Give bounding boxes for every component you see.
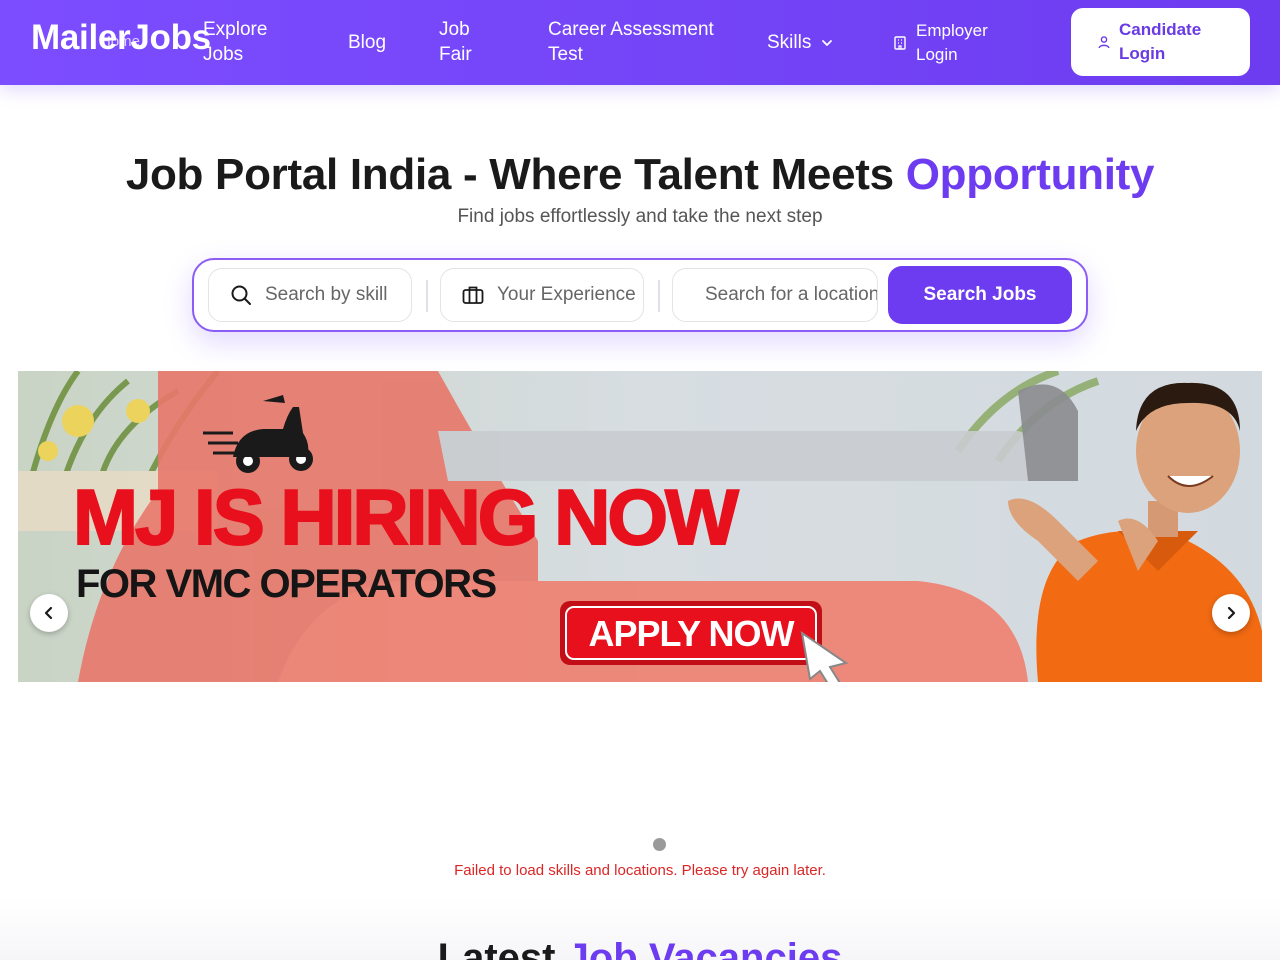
experience-input[interactable]: Your Experience [440, 268, 644, 322]
hiring-banner[interactable]: MJ IS HIRING NOW FOR VMC OPERATORS APPLY… [18, 371, 1262, 682]
experience-placeholder: Your Experience [497, 284, 636, 305]
nav-home-link[interactable]: Home [100, 33, 140, 50]
building-icon [894, 36, 906, 50]
top-navbar: MailerJobs Home Explore Jobs Blog Job Fa… [0, 0, 1280, 85]
nav-skills-label: Skills [767, 32, 812, 53]
hero-title-accent: Opportunity [905, 150, 1155, 199]
nav-career-assessment-link[interactable]: Career Assessment Test [548, 17, 714, 67]
search-jobs-button[interactable]: Search Jobs [888, 266, 1072, 324]
user-icon [1098, 36, 1110, 49]
banner-subheadline: FOR VMC OPERATORS [76, 562, 497, 606]
banner-headline: MJ IS HIRING NOW [73, 473, 739, 561]
location-search-input[interactable]: Search for a location [672, 268, 878, 322]
field-divider [426, 280, 428, 312]
employer-login-link[interactable]: Employer Login [892, 19, 988, 67]
nav-job-fair-link[interactable]: Job Fair [439, 17, 472, 67]
hero-title: Job Portal India - Where Talent Meets Op… [125, 150, 1155, 199]
nav-blog-link[interactable]: Blog [348, 30, 386, 55]
nav-skills-dropdown[interactable]: Skills [767, 30, 833, 55]
field-divider [658, 280, 660, 312]
search-icon [231, 285, 251, 305]
nav-explore-jobs-link[interactable]: Explore Jobs [203, 17, 267, 67]
carousel-next-button[interactable] [1212, 594, 1250, 632]
chevron-down-icon [822, 39, 833, 46]
candidate-login-button[interactable]: Candidate Login [1071, 8, 1250, 76]
skill-search-input[interactable]: Search by skill [208, 268, 412, 322]
briefcase-icon [462, 286, 484, 304]
carousel-indicator-dot[interactable] [653, 838, 666, 851]
skill-search-placeholder: Search by skill [265, 284, 388, 305]
hero-subtitle: Find jobs effortlessly and take the next… [457, 206, 823, 227]
banner-cta: APPLY NOW [588, 613, 794, 654]
latest-vacancies-title: Latest Job Vacancies [437, 936, 843, 960]
error-message: Failed to load skills and locations. Ple… [454, 862, 826, 879]
job-search-bar: Search by skill Your Experience Search f… [192, 258, 1088, 332]
carousel-prev-button[interactable] [30, 594, 68, 632]
chevron-right-icon [1227, 606, 1236, 620]
banner-image: MJ IS HIRING NOW FOR VMC OPERATORS APPLY… [18, 371, 1262, 682]
latest-vacancies-section: Latest Job Vacancies [0, 898, 1280, 960]
chevron-left-icon [44, 606, 53, 620]
location-placeholder: Search for a location [705, 284, 878, 305]
